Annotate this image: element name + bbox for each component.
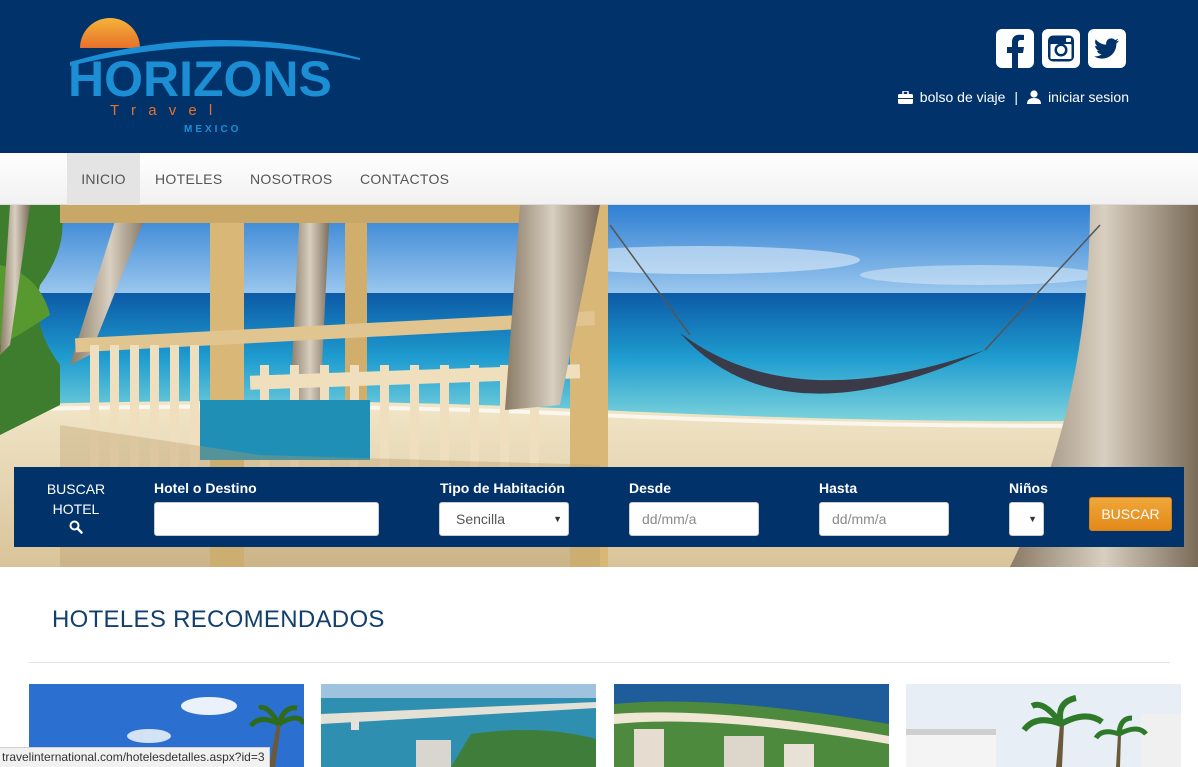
nav-item-nosotros[interactable]: NOSOTROS	[250, 153, 333, 205]
search-title: BUSCAR HOTEL	[14, 479, 138, 534]
hotel-card-image	[321, 684, 596, 767]
links-separator: |	[1014, 89, 1019, 105]
room-type-select[interactable]: Sencilla ▼	[439, 502, 569, 536]
user-links: bolso de viaje | iniciar sesion	[897, 89, 1129, 105]
instagram-icon	[1048, 35, 1074, 62]
recommended-hotels-title: HOTELES RECOMENDADOS	[52, 606, 385, 633]
ninos-select[interactable]: ▼	[1009, 502, 1044, 536]
hotel-card[interactable]	[906, 684, 1181, 767]
nav-item-hoteles[interactable]: HOTELES	[155, 153, 222, 205]
iniciar-sesion-link[interactable]: iniciar sesion	[1048, 89, 1129, 105]
logo-text: HORIZONS	[68, 51, 332, 107]
hotel-card[interactable]	[321, 684, 596, 767]
room-type-label: Tipo de Habitación	[440, 480, 565, 496]
logo-sub: T r a v e l	[110, 102, 216, 119]
main-nav: INICIO HOTELES NOSOTROS CONTACTOS	[0, 153, 1198, 205]
hotel-card[interactable]	[614, 684, 889, 767]
facebook-icon	[1007, 34, 1024, 68]
briefcase-icon	[897, 90, 913, 104]
horizons-logo[interactable]: HORIZONS T r a v e l MEXICO	[66, 18, 366, 138]
chevron-down-icon: ▼	[1028, 514, 1037, 524]
hasta-label: Hasta	[819, 480, 858, 496]
ninos-label: Niños	[1009, 480, 1048, 496]
user-icon	[1027, 90, 1042, 104]
hotel-card-image	[906, 684, 1181, 767]
hotel-card-image	[614, 684, 889, 767]
search-icon	[69, 520, 83, 534]
facebook-button[interactable]	[996, 29, 1034, 68]
twitter-button[interactable]	[1088, 29, 1126, 68]
destination-input[interactable]	[154, 502, 379, 536]
social-links	[996, 29, 1126, 68]
twitter-icon	[1094, 38, 1119, 59]
instagram-button[interactable]	[1042, 29, 1080, 68]
hasta-date-input[interactable]	[819, 502, 949, 536]
bolso-de-viaje-link[interactable]: bolso de viaje	[920, 89, 1006, 105]
destination-label: Hotel o Destino	[154, 480, 257, 496]
nav-item-contactos[interactable]: CONTACTOS	[360, 153, 449, 205]
site-header: HORIZONS T r a v e l MEXICO bolso de via…	[0, 0, 1198, 153]
logo-country: MEXICO	[184, 124, 241, 135]
nav-item-inicio[interactable]: INICIO	[67, 153, 140, 205]
search-title-line1: BUSCAR	[46, 481, 106, 497]
room-type-value: Sencilla	[456, 511, 506, 527]
section-divider	[29, 662, 1170, 663]
chevron-down-icon: ▼	[553, 514, 562, 524]
desde-label: Desde	[629, 480, 672, 496]
buscar-button[interactable]: BUSCAR	[1089, 497, 1172, 531]
browser-status-url: travelinternational.com/hotelesdetalles.…	[0, 747, 270, 767]
hotel-search-bar: BUSCAR HOTEL Hotel o Destino Tipo de Hab…	[14, 467, 1184, 547]
desde-date-input[interactable]	[629, 502, 759, 536]
search-title-line2: HOTEL	[52, 501, 100, 517]
